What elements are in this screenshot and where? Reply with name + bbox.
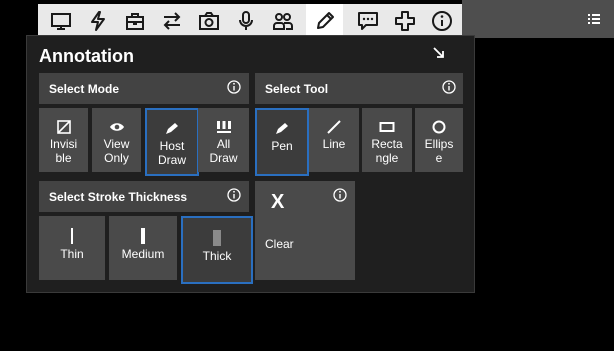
transfer-arrows-icon[interactable] bbox=[153, 4, 190, 38]
chat-icon[interactable] bbox=[349, 4, 386, 38]
select-mode-header: Select Mode bbox=[39, 73, 249, 104]
plus-icon[interactable] bbox=[386, 4, 423, 38]
pen-icon bbox=[274, 122, 290, 136]
stroke-medium-label: Medium bbox=[121, 247, 165, 261]
camera-icon[interactable] bbox=[190, 4, 227, 38]
mode-view-only-button[interactable]: View Only bbox=[92, 108, 141, 172]
collapse-arrow-icon[interactable] bbox=[431, 45, 447, 61]
pencil-icon[interactable] bbox=[306, 4, 343, 38]
eye-icon bbox=[109, 120, 125, 134]
clear-label: Clear bbox=[265, 237, 294, 251]
invisible-icon bbox=[56, 120, 72, 134]
tool-rectangle-button[interactable]: Recta ngle bbox=[362, 108, 412, 172]
select-tool-info-icon[interactable] bbox=[442, 80, 456, 94]
clear-info-icon[interactable] bbox=[333, 188, 347, 202]
clear-x-icon: X bbox=[271, 191, 285, 213]
tool-line-label: Line bbox=[322, 137, 346, 151]
users-icon[interactable] bbox=[264, 4, 301, 38]
all-draw-icon bbox=[216, 120, 232, 134]
select-tool-label: Select Tool bbox=[265, 82, 329, 96]
stroke-thin-label: Thin bbox=[60, 247, 84, 261]
select-mode-label: Select Mode bbox=[49, 82, 120, 96]
tool-pen-button[interactable]: Pen bbox=[255, 108, 309, 176]
mode-all-draw-button[interactable]: All Draw bbox=[198, 108, 249, 172]
feature-toolbar bbox=[38, 4, 462, 38]
annotation-panel: Annotation Select Mode Invisi ble View O… bbox=[26, 35, 475, 293]
medium-stroke-icon bbox=[135, 228, 151, 244]
mode-invisible-button[interactable]: Invisi ble bbox=[39, 108, 88, 172]
stroke-thick-button[interactable]: Thick bbox=[181, 216, 253, 284]
clear-button[interactable]: X Clear bbox=[255, 181, 355, 280]
briefcase-icon[interactable] bbox=[116, 4, 153, 38]
eraser-pen-icon bbox=[164, 122, 180, 136]
rectangle-icon bbox=[379, 120, 395, 134]
stroke-medium-button[interactable]: Medium bbox=[109, 216, 177, 280]
tool-ellipse-button[interactable]: Ellips e bbox=[415, 108, 463, 172]
tool-pen-label: Pen bbox=[271, 139, 293, 153]
select-mode-info-icon[interactable] bbox=[227, 80, 241, 94]
line-icon bbox=[326, 120, 342, 134]
monitor-icon[interactable] bbox=[42, 4, 79, 38]
mode-host-draw-label: Host Draw bbox=[157, 139, 186, 167]
tool-line-button[interactable]: Line bbox=[309, 108, 359, 172]
stroke-thick-label: Thick bbox=[202, 249, 232, 263]
lightning-icon[interactable] bbox=[79, 4, 116, 38]
panel-title: Annotation bbox=[39, 46, 134, 66]
select-tool-header: Select Tool bbox=[255, 73, 463, 104]
thick-stroke-icon bbox=[209, 230, 225, 246]
list-menu-icon[interactable] bbox=[588, 12, 600, 24]
microphone-icon[interactable] bbox=[227, 4, 264, 38]
ellipse-icon bbox=[431, 120, 447, 134]
mode-host-draw-button[interactable]: Host Draw bbox=[145, 108, 199, 176]
info-icon[interactable] bbox=[423, 4, 460, 38]
mode-all-draw-label: All Draw bbox=[209, 137, 238, 165]
stroke-thickness-label: Select Stroke Thickness bbox=[49, 190, 188, 204]
stroke-thin-button[interactable]: Thin bbox=[39, 216, 105, 280]
stroke-info-icon[interactable] bbox=[227, 188, 241, 202]
mode-invisible-label: Invisi ble bbox=[49, 137, 78, 165]
thin-stroke-icon bbox=[64, 228, 80, 244]
tool-rectangle-label: Recta ngle bbox=[371, 137, 403, 165]
mode-view-only-label: View Only bbox=[103, 137, 130, 165]
stroke-thickness-header: Select Stroke Thickness bbox=[39, 181, 249, 212]
tool-ellipse-label: Ellips e bbox=[424, 137, 454, 165]
